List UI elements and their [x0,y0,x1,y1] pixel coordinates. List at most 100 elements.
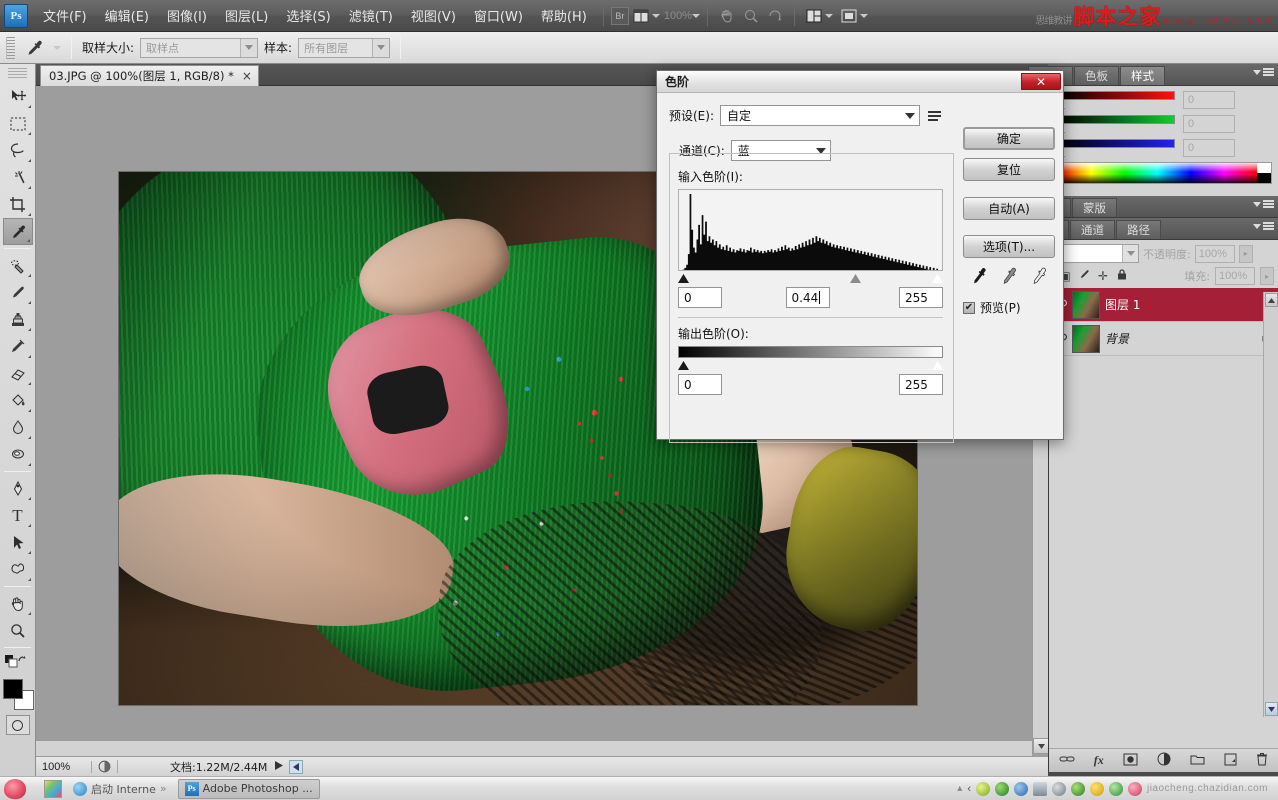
layers-scroll-up-icon[interactable] [1265,293,1278,307]
layer-name[interactable]: 图层 1 [1105,296,1274,313]
tool-path-selection[interactable] [3,529,33,556]
opacity-stepper-icon[interactable]: ▸ [1239,245,1253,263]
menu-file[interactable]: 文件(F) [34,2,96,29]
tool-hand[interactable] [3,590,33,617]
menu-layer[interactable]: 图层(L) [216,2,277,29]
close-icon[interactable]: × [242,69,252,83]
layer-mask-icon[interactable] [1123,753,1138,769]
lock-image-icon[interactable] [1077,268,1091,284]
set-black-point-icon[interactable] [967,265,990,293]
input-black-point-slider[interactable] [678,274,689,283]
g-slider[interactable] [1057,114,1177,134]
color-channel-r[interactable]: 0 [1049,86,1278,110]
screen-mode-icon[interactable] [629,7,664,25]
output-white-point-slider[interactable] [932,361,943,370]
layers-scroll-down-icon[interactable] [1265,702,1278,716]
input-gamma-slider[interactable] [850,274,861,283]
arrange-icon[interactable] [802,7,837,25]
document-tab[interactable]: 03.JPG @ 100%(图层 1, RGB/8) * × [40,65,259,86]
lock-position-icon[interactable]: ✛ [1096,269,1110,283]
status-expand-icon[interactable] [275,761,283,773]
tool-crop[interactable] [3,191,33,218]
default-colors-icon[interactable] [3,651,33,671]
tab-styles[interactable]: 样式 [1120,66,1165,85]
g-value[interactable]: 0 [1183,115,1235,133]
tab-paths[interactable]: 路径 [1116,220,1161,239]
tool-history-brush[interactable] [3,333,33,360]
preset-select[interactable]: 自定 [720,105,920,126]
lock-all-icon[interactable] [1115,268,1129,284]
auto-button[interactable]: 自动(A) [963,197,1055,220]
tool-marquee[interactable] [3,110,33,137]
status-proof-icon[interactable] [92,760,118,773]
input-white-point-slider[interactable] [932,274,943,283]
levels-dialog[interactable]: 色阶 ✕ 预设(E): 自定 通道(C): 蓝 [656,70,1064,440]
color-spectrum-ramp[interactable] [1057,162,1272,184]
r-slider[interactable] [1057,90,1177,110]
color-channel-b[interactable]: 0 [1049,134,1278,158]
adjust-panel-menu-icon[interactable] [1253,200,1274,209]
layers-panel-menu-icon[interactable] [1253,222,1274,231]
tray-icon-7[interactable] [1090,782,1104,796]
tool-eraser[interactable] [3,360,33,387]
input-slider-track[interactable] [678,271,943,283]
tool-magic-wand[interactable] [3,164,33,191]
tool-type[interactable]: T [3,502,33,529]
menu-select[interactable]: 选择(S) [277,2,339,29]
layers-scrollbar[interactable] [1263,292,1278,717]
tool-gradient-paint-bucket[interactable] [3,387,33,414]
adjustment-layer-icon[interactable] [1157,752,1171,769]
menu-edit[interactable]: 编辑(E) [96,2,158,29]
sample-select[interactable]: 所有图层 [298,38,390,58]
color-panel-menu-icon[interactable] [1253,68,1274,77]
tool-move[interactable] [3,83,33,110]
blend-mode-select[interactable]: 正常 [1053,244,1139,263]
menu-image[interactable]: 图像(I) [158,2,216,29]
tool-dodge[interactable] [3,441,33,468]
input-gamma-field[interactable]: 0.44 [786,287,830,308]
menu-view[interactable]: 视图(V) [402,2,465,29]
toolbox-grip[interactable] [8,68,27,80]
menu-filter[interactable]: 滤镜(T) [340,2,402,29]
tab-swatches[interactable]: 色板 [1074,66,1119,85]
rotate-view-tool-icon[interactable] [763,6,787,26]
taskbar-item-internet-explorer[interactable]: 启动 Interne » [66,779,174,799]
tool-brush[interactable] [3,279,33,306]
menu-window[interactable]: 窗口(W) [465,2,532,29]
tray-expand-icon[interactable]: ▴ [957,783,962,794]
color-swatches[interactable] [1,677,35,711]
zoom-tool-icon[interactable] [739,6,763,26]
sample-size-select[interactable]: 取样点 [140,38,258,58]
tray-icon-9[interactable] [1128,782,1142,796]
tool-blur[interactable] [3,414,33,441]
layer-thumbnail[interactable] [1072,291,1100,319]
tool-custom-shape[interactable] [3,556,33,583]
b-slider[interactable] [1057,138,1177,158]
tray-icon-4[interactable] [1033,782,1047,796]
tab-masks[interactable]: 蒙版 [1072,198,1117,217]
current-tool-eyedropper-icon[interactable] [21,36,47,60]
ok-button[interactable]: 确定 [963,127,1055,150]
canvas-horizontal-scrollbar[interactable] [36,740,1032,756]
output-black-field[interactable]: 0 [678,374,722,395]
output-white-field[interactable]: 255 [899,374,943,395]
scroll-down-icon[interactable] [1033,738,1049,754]
set-gray-point-icon[interactable] [997,265,1020,293]
reset-button[interactable]: 复位 [963,158,1055,181]
zoom-chevron-down-icon[interactable] [692,14,700,18]
tray-icon-1[interactable] [976,782,990,796]
fill-stepper-icon[interactable]: ▸ [1260,267,1274,285]
opacity-value[interactable]: 100% [1195,245,1235,263]
tray-icon-3[interactable] [1014,782,1028,796]
tool-healing-brush[interactable] [3,252,33,279]
color-channel-g[interactable]: 0 [1049,110,1278,134]
layer-thumbnail[interactable] [1072,325,1100,353]
tab-channels[interactable]: 通道 [1070,220,1115,239]
b-value[interactable]: 0 [1183,139,1235,157]
tray-icon-5[interactable] [1052,782,1066,796]
spectrum-white-black[interactable] [1257,163,1271,183]
tray-chevron-left-icon[interactable]: ‹ [967,783,971,795]
delete-layer-icon[interactable] [1256,752,1268,769]
quicklaunch-icon[interactable] [44,780,62,798]
tray-icon-6[interactable] [1071,782,1085,796]
